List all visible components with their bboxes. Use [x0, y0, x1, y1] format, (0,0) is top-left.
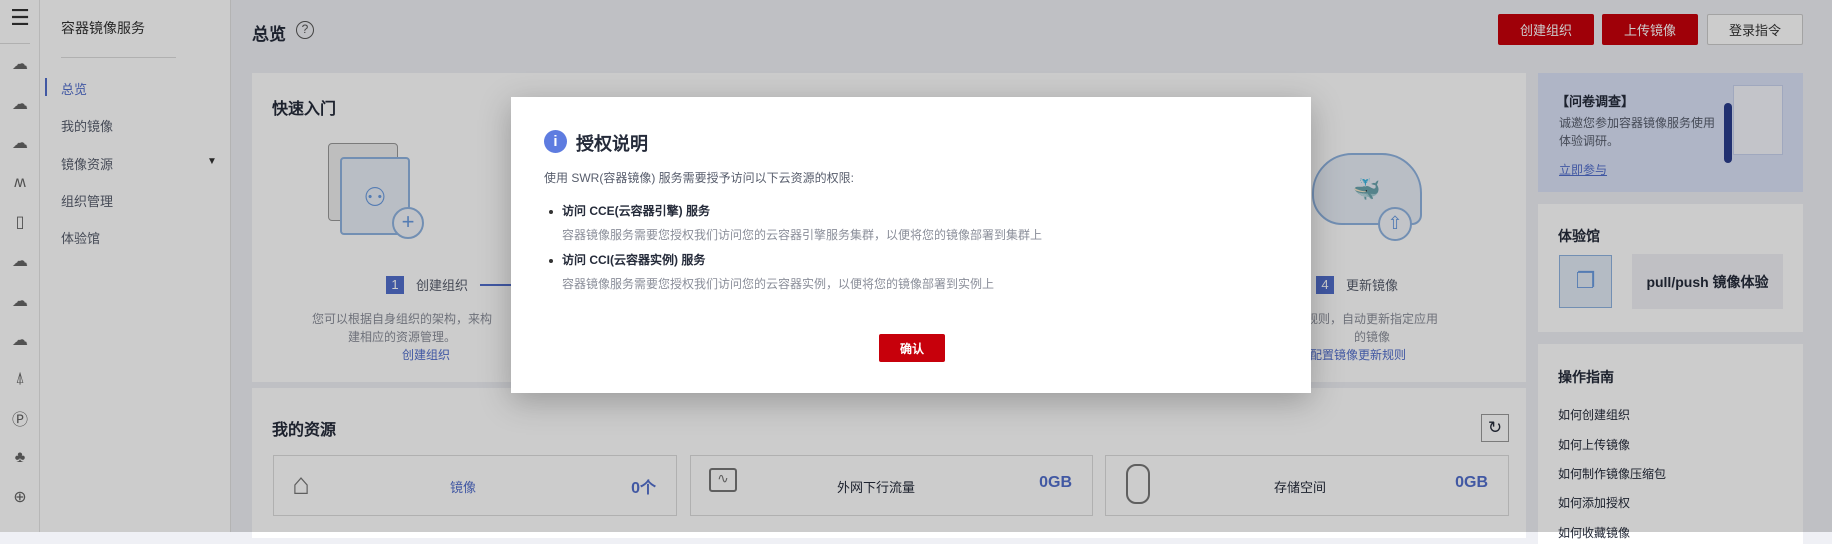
cce-permission-desc: 容器镜像服务需要您授权我们访问您的云容器引擎服务集群，以便将您的镜像部署到集群上: [562, 228, 1043, 242]
cce-permission-title: 访问 CCE(云容器引擎) 服务: [562, 204, 710, 218]
info-icon: i: [544, 130, 567, 153]
dialog-title: 授权说明: [576, 134, 648, 154]
cci-permission-title: 访问 CCI(云容器实例) 服务: [562, 253, 706, 267]
dialog-intro: 使用 SWR(容器镜像) 服务需要授予访问以下云资源的权限:: [544, 171, 854, 185]
bullet: [549, 259, 553, 263]
cci-permission-desc: 容器镜像服务需要您授权我们访问您的云容器实例，以便将您的镜像部署到实例上: [562, 277, 995, 291]
bullet: [549, 210, 553, 214]
authorization-dialog: i 授权说明 使用 SWR(容器镜像) 服务需要授予访问以下云资源的权限: 访问…: [511, 97, 1311, 393]
confirm-button[interactable]: 确认: [879, 334, 945, 362]
